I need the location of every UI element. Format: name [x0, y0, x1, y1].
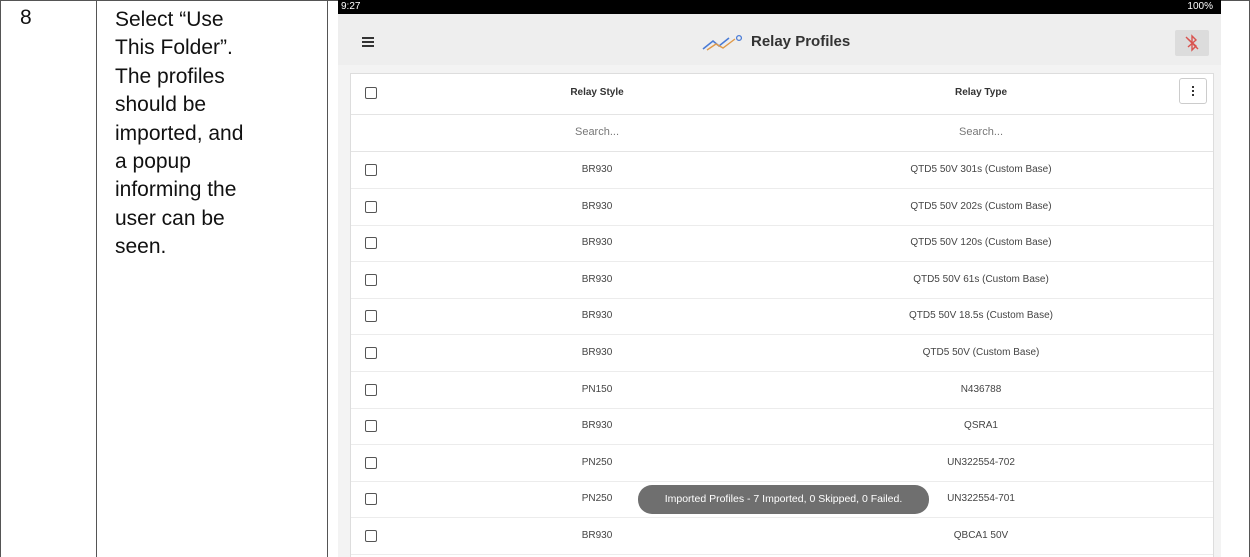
row-checkbox[interactable] [365, 273, 377, 286]
menu-icon[interactable] [362, 37, 374, 47]
row-checkbox[interactable] [365, 347, 377, 359]
relay-style-cell: BR930 [581, 347, 613, 358]
step-number: 8 [20, 6, 32, 29]
select-all-checkbox[interactable] [365, 87, 377, 99]
column-divider [96, 0, 97, 557]
status-time: 9:27 [341, 1, 361, 12]
relay-style-cell: BR930 [581, 273, 613, 285]
bluetooth-button[interactable] [1175, 30, 1209, 56]
import-toast: Imported Profiles - 7 Imported, 0 Skippe… [638, 485, 929, 514]
relay-style-cell: PN150 [581, 383, 613, 395]
relay-type-search-input[interactable]: Search... [831, 126, 1131, 138]
relay-style-cell: BR930 [581, 530, 613, 541]
relay-type-cell: QTD5 50V 61s (Custom Base) [913, 273, 1049, 285]
row-checkbox[interactable] [365, 530, 377, 542]
relay-type-cell: QSRA1 [964, 420, 998, 432]
more-options-button[interactable] [1179, 78, 1207, 104]
table-row[interactable]: BR930 QTD5 50V 18.5s (Custom Base) [351, 298, 1213, 336]
relay-type-cell: UN322554-702 [947, 456, 1015, 468]
relay-type-cell: QTD5 50V 202s (Custom Base) [910, 200, 1052, 212]
table-row[interactable]: BR930 QTD5 50V 120s (Custom Base) [351, 225, 1213, 263]
relay-style-cell: PN250 [581, 456, 613, 468]
relay-type-cell: QTD5 50V 120s (Custom Base) [910, 237, 1052, 249]
row-checkbox[interactable] [365, 420, 377, 433]
instruction-line: seen. [115, 235, 167, 259]
table-border-left [0, 0, 1, 557]
instruction-line: The profiles [115, 64, 225, 88]
bluetooth-off-icon [1185, 34, 1199, 52]
relay-style-cell: BR930 [581, 200, 613, 212]
row-checkbox[interactable] [365, 310, 377, 323]
row-checkbox[interactable] [365, 493, 377, 506]
instruction-line: This Folder”. [115, 36, 233, 60]
instruction-line: imported, and [115, 121, 244, 145]
app-screenshot: 9:27 100% Relay Profiles Relay Style Rel… [338, 0, 1221, 557]
status-bar: 9:27 100% [338, 0, 1221, 14]
search-row: Search... Search... [351, 115, 1213, 152]
battery-level: 100% [1187, 1, 1213, 12]
relay-style-cell: BR930 [581, 164, 613, 175]
table-row[interactable]: BR930 QBCA1 50V [351, 518, 1213, 555]
instruction-line: user can be [115, 206, 225, 230]
relay-type-cell: QTD5 50V 301s (Custom Base) [910, 164, 1052, 175]
column-header-relay-style[interactable]: Relay Style [477, 87, 717, 98]
relay-style-search-input[interactable]: Search... [477, 126, 717, 138]
table-header-row: Relay Style Relay Type [351, 74, 1213, 115]
relay-type-cell: QBCA1 50V [953, 530, 1009, 541]
relay-logo-icon [702, 34, 743, 51]
row-checkbox[interactable] [365, 456, 377, 469]
column-divider [327, 0, 328, 557]
app-title: Relay Profiles [751, 33, 851, 50]
table-row[interactable]: BR930 QSRA1 [351, 408, 1213, 446]
instruction-line: informing the [115, 178, 237, 202]
relay-type-cell: QTD5 50V 18.5s (Custom Base) [909, 310, 1053, 322]
table-row[interactable]: BR930 QTD5 50V 301s (Custom Base) [351, 152, 1213, 189]
instruction-line: Select “Use [115, 8, 224, 31]
column-header-relay-type[interactable]: Relay Type [831, 87, 1131, 98]
instruction-line: should be [115, 93, 207, 117]
relay-style-cell: BR930 [581, 310, 613, 322]
table-row[interactable]: PN250 UN322554-702 [351, 445, 1213, 482]
row-checkbox[interactable] [365, 383, 377, 396]
table-row[interactable]: PN150 N436788 [351, 372, 1213, 409]
app-bar: Relay Profiles [338, 14, 1221, 65]
relay-type-cell: QTD5 50V (Custom Base) [922, 347, 1040, 358]
row-checkbox[interactable] [365, 237, 377, 250]
table-row[interactable]: BR930 QTD5 50V (Custom Base) [351, 335, 1213, 372]
relay-style-cell: BR930 [581, 420, 613, 432]
table-row[interactable]: BR930 QTD5 50V 61s (Custom Base) [351, 262, 1213, 299]
row-checkbox[interactable] [365, 200, 377, 213]
instruction-line: a popup [115, 150, 191, 174]
row-checkbox[interactable] [365, 164, 377, 176]
relay-type-cell: N436788 [960, 383, 1002, 395]
relay-style-cell: BR930 [581, 237, 613, 249]
table-row[interactable]: BR930 QTD5 50V 202s (Custom Base) [351, 189, 1213, 226]
step-instructions: Select “Use This Folder”. The profiles s… [115, 6, 315, 262]
